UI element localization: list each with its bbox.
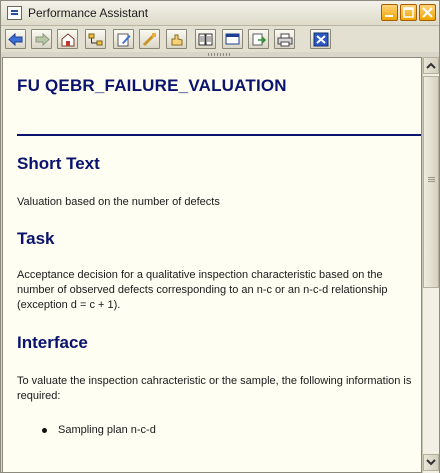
home-icon bbox=[61, 33, 75, 47]
export-button[interactable] bbox=[248, 29, 269, 49]
back-button[interactable] bbox=[5, 29, 26, 49]
list-item: Sampling plan n-c-d bbox=[58, 424, 156, 436]
chevron-up-icon bbox=[426, 62, 436, 69]
bullet-icon bbox=[42, 428, 47, 433]
edit-button[interactable] bbox=[113, 29, 134, 49]
window-button[interactable] bbox=[222, 29, 243, 49]
hand-button[interactable] bbox=[166, 29, 187, 49]
hand-icon bbox=[171, 34, 183, 46]
window-title: Performance Assistant bbox=[28, 6, 149, 20]
window-icon bbox=[225, 33, 240, 45]
document-content: FU QEBR_FAILURE_VALUATION Short Text Val… bbox=[2, 57, 422, 473]
section-heading-short-text: Short Text bbox=[17, 154, 100, 173]
back-icon bbox=[8, 32, 23, 47]
print-button[interactable] bbox=[274, 29, 295, 49]
section-heading-interface: Interface bbox=[17, 333, 88, 352]
document-title: FU QEBR_FAILURE_VALUATION bbox=[17, 76, 287, 95]
scrollbar-thumb[interactable] bbox=[423, 76, 439, 288]
minimize-icon bbox=[385, 15, 393, 17]
forward-icon bbox=[35, 32, 50, 47]
chevron-down-icon bbox=[426, 459, 436, 466]
resize-grip[interactable] bbox=[208, 53, 232, 56]
forward-button[interactable] bbox=[31, 29, 52, 49]
close-icon bbox=[313, 32, 329, 47]
technical-info-icon bbox=[142, 33, 156, 47]
short-text-paragraph: Valuation based on the number of defects bbox=[17, 196, 220, 208]
book-button[interactable] bbox=[195, 29, 216, 49]
home-button[interactable] bbox=[57, 29, 78, 49]
title-divider bbox=[17, 134, 421, 136]
print-icon bbox=[277, 33, 293, 47]
toolbar bbox=[1, 26, 439, 52]
scroll-down-button[interactable] bbox=[423, 454, 439, 471]
maximize-button[interactable] bbox=[400, 4, 417, 21]
section-heading-task: Task bbox=[17, 229, 55, 248]
interface-paragraph: To valuate the inspection cahracteristic… bbox=[17, 375, 412, 402]
book-icon bbox=[198, 33, 213, 46]
structure-icon bbox=[88, 33, 103, 46]
maximize-icon bbox=[403, 7, 414, 18]
close-button[interactable] bbox=[310, 29, 331, 49]
scroll-up-button[interactable] bbox=[423, 57, 439, 74]
close-window-button[interactable] bbox=[419, 4, 436, 21]
task-paragraph: Acceptance decision for a qualitative in… bbox=[17, 269, 388, 311]
performance-assistant-window: Performance Assistant FU QEBR_FAILURE_VA… bbox=[0, 0, 440, 473]
minimize-button[interactable] bbox=[381, 4, 398, 21]
vertical-scrollbar[interactable] bbox=[422, 57, 439, 473]
window-icon bbox=[7, 6, 22, 20]
technical-info-button[interactable] bbox=[139, 29, 160, 49]
close-icon bbox=[422, 7, 433, 18]
edit-icon bbox=[117, 33, 131, 47]
structure-button[interactable] bbox=[85, 29, 106, 49]
export-icon bbox=[252, 33, 267, 46]
title-bar[interactable]: Performance Assistant bbox=[1, 1, 439, 26]
